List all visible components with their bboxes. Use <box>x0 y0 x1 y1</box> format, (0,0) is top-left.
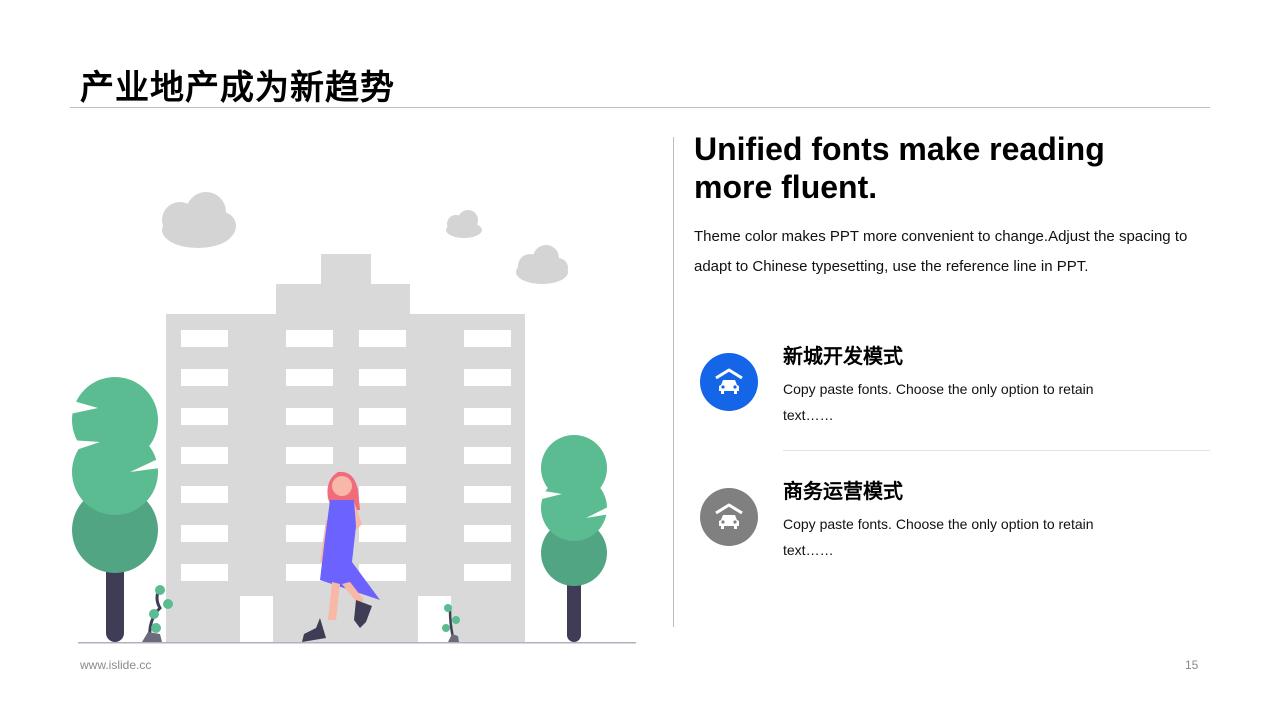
page-number: 15 <box>1185 658 1199 672</box>
feature-divider <box>783 450 1210 451</box>
tree-illustration <box>70 377 160 642</box>
cloud-illustration <box>162 192 236 248</box>
headline: Unified fonts make reading more fluent. <box>694 130 1194 206</box>
garage-car-icon <box>700 353 758 411</box>
title-divider <box>70 107 1210 108</box>
headline-line-2: more fluent. <box>694 169 878 205</box>
headline-line-1: Unified fonts make reading <box>694 131 1105 167</box>
feature-text: Copy paste fonts. Choose the only option… <box>783 381 1094 423</box>
feature-title: 商务运营模式 <box>783 479 903 503</box>
footer-url: www.islide.cc <box>80 658 152 672</box>
feature-item: 新城开发模式 Copy paste fonts. Choose the only… <box>700 340 1210 430</box>
feature-text: Copy paste fonts. Choose the only option… <box>783 516 1094 558</box>
city-illustration <box>70 192 636 644</box>
cloud-illustration <box>516 245 568 284</box>
ground-line <box>78 642 636 644</box>
description: Theme color makes PPT more convenient to… <box>694 228 1188 275</box>
tree-illustration <box>538 435 610 642</box>
garage-car-icon <box>700 488 758 546</box>
vertical-divider <box>673 137 674 627</box>
feature-item: 商务运营模式 Copy paste fonts. Choose the only… <box>700 475 1210 565</box>
cloud-illustration <box>446 210 482 238</box>
slide-title: 产业地产成为新趋势 <box>80 68 395 108</box>
feature-title: 新城开发模式 <box>783 344 903 368</box>
